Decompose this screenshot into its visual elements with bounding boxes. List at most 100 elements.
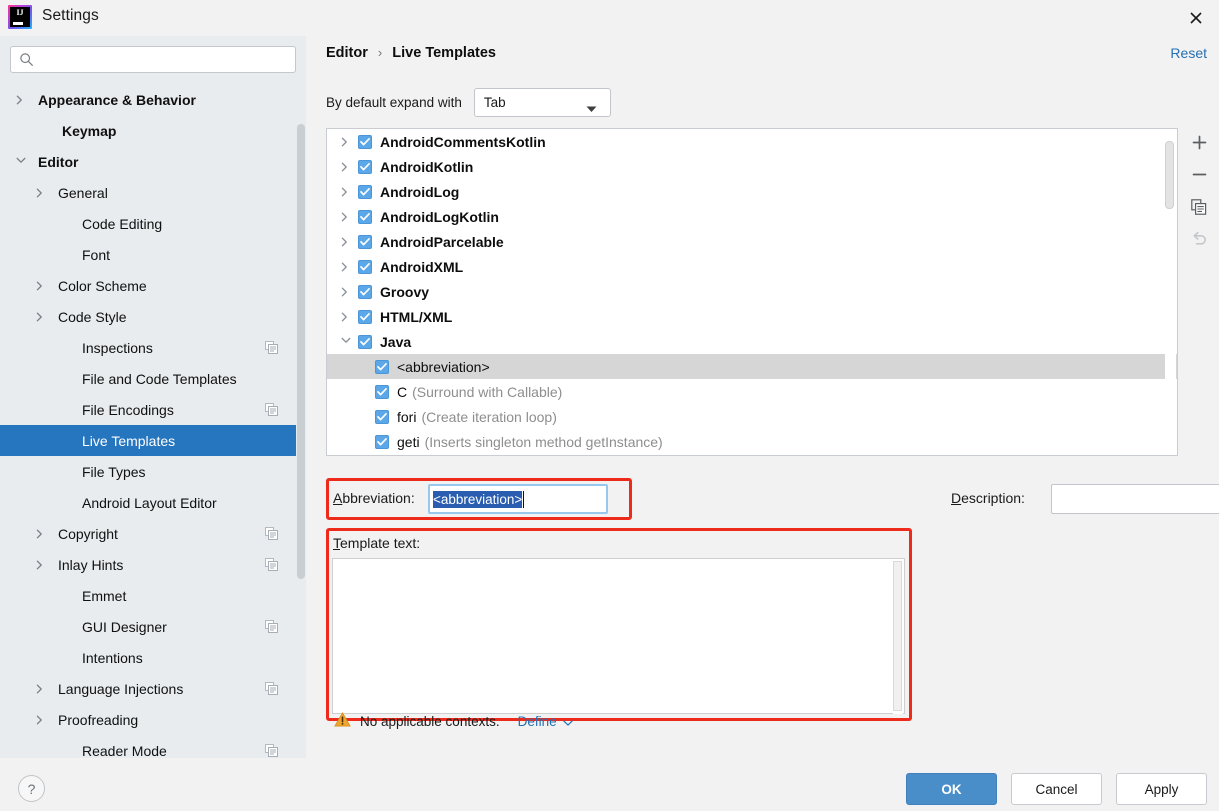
- description-input[interactable]: [1051, 484, 1219, 514]
- define-context-link[interactable]: Define: [518, 714, 557, 729]
- chevron-right-icon[interactable]: [339, 137, 353, 147]
- template-name: AndroidLogKotlin: [380, 208, 499, 225]
- sidebar-item-proofreading[interactable]: Proofreading: [0, 704, 296, 735]
- sidebar-item-inlay-hints[interactable]: Inlay Hints: [0, 549, 296, 580]
- template-group-row-groovy[interactable]: Groovy: [327, 279, 1177, 304]
- sidebar-item-code-style[interactable]: Code Style: [0, 301, 296, 332]
- template-group-row-html-xml[interactable]: HTML/XML: [327, 304, 1177, 329]
- reset-link[interactable]: Reset: [1170, 45, 1207, 61]
- template-checkbox[interactable]: [375, 384, 389, 399]
- template-group-row-androidlog[interactable]: AndroidLog: [327, 179, 1177, 204]
- template-checkbox[interactable]: [358, 134, 372, 149]
- chevron-right-icon[interactable]: [34, 713, 48, 727]
- sidebar-item-inspections[interactable]: Inspections: [0, 332, 296, 363]
- template-checkbox[interactable]: [375, 434, 389, 449]
- abbreviation-input[interactable]: <abbreviation>: [428, 484, 608, 514]
- template-text-scrollbar[interactable]: [893, 560, 903, 714]
- search-icon: [19, 52, 34, 70]
- template-group-row-androidcommentskotlin[interactable]: AndroidCommentsKotlin: [327, 129, 1177, 154]
- chevron-right-icon[interactable]: [339, 287, 353, 297]
- chevron-right-icon[interactable]: [34, 186, 48, 200]
- abbreviation-value: <abbreviation>: [433, 490, 523, 508]
- template-group-row-androidlogkotlin[interactable]: AndroidLogKotlin: [327, 204, 1177, 229]
- template-checkbox[interactable]: [358, 234, 372, 249]
- chevron-right-icon[interactable]: [34, 682, 48, 696]
- sidebar-item-file-and-code-templates[interactable]: File and Code Templates: [0, 363, 296, 394]
- templates-scrollbar-thumb[interactable]: [1165, 141, 1174, 209]
- chevron-down-icon[interactable]: [562, 714, 573, 729]
- cancel-button[interactable]: Cancel: [1011, 773, 1102, 805]
- template-checkbox[interactable]: [358, 309, 372, 324]
- template-row-abbreviation[interactable]: <abbreviation>: [327, 354, 1177, 379]
- chevron-down-icon[interactable]: [14, 155, 28, 169]
- sidebar-item-copyright[interactable]: Copyright: [0, 518, 296, 549]
- chevron-right-icon[interactable]: [14, 93, 28, 107]
- template-row-fori[interactable]: fori (Create iteration loop): [327, 404, 1177, 429]
- context-warning-text: No applicable contexts.: [360, 713, 500, 729]
- chevron-right-icon[interactable]: [339, 212, 353, 222]
- default-expand-dropdown[interactable]: Tab: [473, 88, 611, 117]
- breadcrumb-root[interactable]: Editor: [326, 45, 368, 61]
- templates-tree-panel[interactable]: AndroidCommentsKotlin AndroidKotlin Androi…: [326, 128, 1178, 456]
- sidebar-item-android-layout-editor[interactable]: Android Layout Editor: [0, 487, 296, 518]
- project-level-setting-icon: [265, 682, 278, 698]
- chevron-right-icon[interactable]: [34, 279, 48, 293]
- close-window-button[interactable]: [1173, 0, 1219, 36]
- template-checkbox[interactable]: [375, 409, 389, 424]
- sidebar-item-general[interactable]: General: [0, 177, 296, 208]
- template-group-row-androidparcelable[interactable]: AndroidParcelable: [327, 229, 1177, 254]
- template-text-scrollbar-thumb[interactable]: [893, 561, 902, 711]
- help-button[interactable]: ?: [18, 775, 45, 802]
- sidebar-item-code-editing[interactable]: Code Editing: [0, 208, 296, 239]
- chevron-right-icon[interactable]: [34, 527, 48, 541]
- chevron-right-icon[interactable]: [339, 312, 353, 322]
- sidebar-item-editor[interactable]: Editor: [0, 146, 296, 177]
- templates-scrollbar[interactable]: [1165, 130, 1176, 455]
- sidebar-item-font[interactable]: Font: [0, 239, 296, 270]
- chevron-right-icon[interactable]: [339, 187, 353, 197]
- sidebar-scrollbar[interactable]: [296, 84, 306, 758]
- ok-button[interactable]: OK: [906, 773, 997, 805]
- template-checkbox[interactable]: [358, 184, 372, 199]
- project-level-setting-icon: [265, 558, 278, 574]
- chevron-down-icon[interactable]: [339, 337, 353, 347]
- search-input[interactable]: [39, 48, 279, 71]
- apply-button[interactable]: Apply: [1116, 773, 1207, 805]
- remove-template-button[interactable]: [1184, 160, 1214, 192]
- template-checkbox[interactable]: [358, 284, 372, 299]
- sidebar-item-keymap[interactable]: Keymap: [0, 115, 296, 146]
- chevron-right-icon[interactable]: [339, 262, 353, 272]
- template-text-area[interactable]: [332, 558, 905, 714]
- chevron-right-icon[interactable]: [339, 162, 353, 172]
- sidebar-item-reader-mode[interactable]: Reader Mode: [0, 735, 296, 758]
- sidebar-item-live-templates[interactable]: Live Templates: [0, 425, 296, 456]
- sidebar-item-label: Inlay Hints: [58, 556, 124, 573]
- chevron-right-icon[interactable]: [34, 558, 48, 572]
- template-row-c[interactable]: C (Surround with Callable): [327, 379, 1177, 404]
- sidebar-scrollbar-thumb[interactable]: [297, 124, 305, 579]
- search-box[interactable]: [10, 46, 296, 73]
- templates-toolbar: [1184, 128, 1219, 256]
- sidebar-item-color-scheme[interactable]: Color Scheme: [0, 270, 296, 301]
- add-template-button[interactable]: [1184, 128, 1214, 160]
- template-group-row-java[interactable]: Java: [327, 329, 1177, 354]
- sidebar-item-language-injections[interactable]: Language Injections: [0, 673, 296, 704]
- duplicate-template-button[interactable]: [1184, 192, 1214, 224]
- template-checkbox[interactable]: [358, 159, 372, 174]
- template-group-row-androidxml[interactable]: AndroidXML: [327, 254, 1177, 279]
- chevron-right-icon[interactable]: [339, 237, 353, 247]
- template-row-geti[interactable]: geti (Inserts singleton method getInstanc…: [327, 429, 1177, 454]
- template-name: AndroidXML: [380, 258, 464, 275]
- template-checkbox[interactable]: [375, 359, 389, 374]
- template-checkbox[interactable]: [358, 209, 372, 224]
- template-checkbox[interactable]: [358, 259, 372, 274]
- template-checkbox[interactable]: [358, 334, 372, 349]
- sidebar-item-appearance-behavior[interactable]: Appearance & Behavior: [0, 84, 296, 115]
- sidebar-item-file-types[interactable]: File Types: [0, 456, 296, 487]
- template-group-row-androidkotlin[interactable]: AndroidKotlin: [327, 154, 1177, 179]
- chevron-right-icon[interactable]: [34, 310, 48, 324]
- sidebar-item-intentions[interactable]: Intentions: [0, 642, 296, 673]
- sidebar-item-gui-designer[interactable]: GUI Designer: [0, 611, 296, 642]
- sidebar-item-file-encodings[interactable]: File Encodings: [0, 394, 296, 425]
- sidebar-item-emmet[interactable]: Emmet: [0, 580, 296, 611]
